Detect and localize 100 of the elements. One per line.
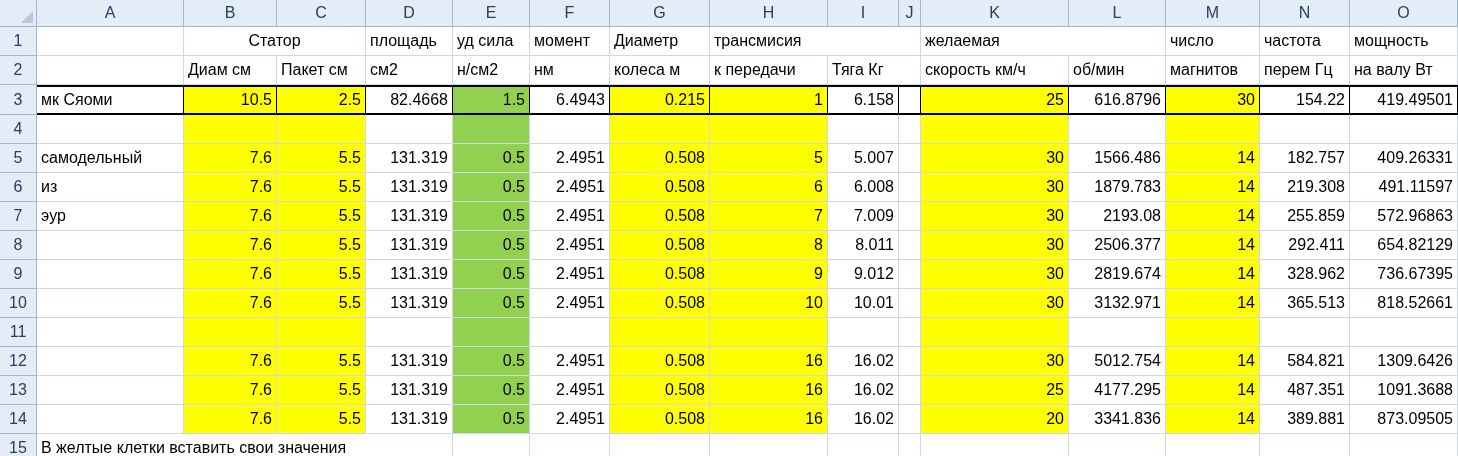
- table-cell: 7.6: [184, 144, 277, 173]
- row-header[interactable]: 1: [0, 27, 37, 56]
- column-header[interactable]: J: [899, 0, 921, 27]
- table-cell: 5.007: [828, 144, 899, 173]
- row-header[interactable]: 11: [0, 318, 37, 347]
- row-header[interactable]: 15: [0, 434, 37, 456]
- table-cell: 131.319: [366, 289, 453, 318]
- table-cell: 818.52661: [1350, 289, 1458, 318]
- table-cell: 14: [1166, 144, 1260, 173]
- corner-triangle-icon: [21, 11, 33, 23]
- row-header[interactable]: 3: [0, 85, 37, 115]
- table-cell: момент: [530, 27, 610, 56]
- table-cell: 4177.295: [1069, 376, 1166, 405]
- table-cell: 1091.3688: [1350, 376, 1458, 405]
- table-cell: 1.5: [453, 85, 530, 115]
- table-cell: 873.09505: [1350, 405, 1458, 434]
- table-cell: н/см2: [453, 56, 530, 85]
- row-header[interactable]: 14: [0, 405, 37, 434]
- table-cell: 1566.486: [1069, 144, 1166, 173]
- table-cell: частота: [1260, 27, 1350, 56]
- table-cell: Тяга Кг: [828, 56, 921, 85]
- table-cell: 7.6: [184, 173, 277, 202]
- row-header[interactable]: 9: [0, 260, 37, 289]
- table-cell: 14: [1166, 289, 1260, 318]
- table-cell: 0.215: [610, 85, 710, 115]
- table-cell: 0.508: [610, 289, 710, 318]
- table-cell: 2.4951: [530, 376, 610, 405]
- table-cell: 5012.754: [1069, 347, 1166, 376]
- table-cell: 0.5: [453, 173, 530, 202]
- row-header[interactable]: 4: [0, 115, 37, 144]
- column-header[interactable]: B: [184, 0, 277, 27]
- table-cell: 7: [710, 202, 828, 231]
- table-cell: 255.859: [1260, 202, 1350, 231]
- column-header[interactable]: E: [453, 0, 530, 27]
- table-cell: Диаметр: [610, 27, 710, 56]
- column-header[interactable]: M: [1166, 0, 1260, 27]
- row-header[interactable]: 12: [0, 347, 37, 376]
- table-cell: 131.319: [366, 260, 453, 289]
- table-cell: уд сила: [453, 27, 530, 56]
- column-header[interactable]: F: [530, 0, 610, 27]
- table-cell: 6: [710, 173, 828, 202]
- table-cell: 30: [921, 231, 1069, 260]
- table-cell: перем Гц: [1260, 56, 1350, 85]
- column-header[interactable]: G: [610, 0, 710, 27]
- table-cell: 6.158: [828, 85, 899, 115]
- table-cell: 10.5: [184, 85, 277, 115]
- row-header[interactable]: 2: [0, 56, 37, 85]
- column-header[interactable]: O: [1350, 0, 1458, 27]
- table-cell: 5.5: [277, 260, 366, 289]
- table-cell: 5.5: [277, 231, 366, 260]
- table-cell: 6.008: [828, 173, 899, 202]
- column-header[interactable]: D: [366, 0, 453, 27]
- table-cell: 30: [921, 260, 1069, 289]
- table-cell: 365.513: [1260, 289, 1350, 318]
- table-cell: 131.319: [366, 144, 453, 173]
- table-cell: площадь: [366, 27, 453, 56]
- table-cell: 419.49501: [1350, 85, 1458, 115]
- column-header[interactable]: I: [828, 0, 899, 27]
- table-cell: 30: [921, 202, 1069, 231]
- table-cell: 131.319: [366, 405, 453, 434]
- table-cell: 7.6: [184, 405, 277, 434]
- table-cell: 1879.783: [1069, 173, 1166, 202]
- table-cell: 0.508: [610, 376, 710, 405]
- row-header[interactable]: 5: [0, 144, 37, 173]
- table-cell: магнитов: [1166, 56, 1260, 85]
- row-header[interactable]: 6: [0, 173, 37, 202]
- table-cell: 30: [921, 289, 1069, 318]
- table-cell: 0.5: [453, 231, 530, 260]
- row-header[interactable]: 7: [0, 202, 37, 231]
- column-header[interactable]: A: [37, 0, 184, 27]
- table-cell: 7.6: [184, 376, 277, 405]
- column-header[interactable]: L: [1069, 0, 1166, 27]
- row-header[interactable]: 8: [0, 231, 37, 260]
- table-cell: к передачи: [710, 56, 828, 85]
- table-cell: 0.5: [453, 347, 530, 376]
- column-header[interactable]: C: [277, 0, 366, 27]
- table-cell: 6.4943: [530, 85, 610, 115]
- table-cell: число: [1166, 27, 1260, 56]
- table-cell: 5.5: [277, 405, 366, 434]
- table-cell: 0.5: [453, 202, 530, 231]
- table-cell: 0.508: [610, 405, 710, 434]
- table-cell: 2.4951: [530, 405, 610, 434]
- table-cell: 0.508: [610, 347, 710, 376]
- table-cell: 25: [921, 85, 1069, 115]
- column-header[interactable]: N: [1260, 0, 1350, 27]
- table-cell: 14: [1166, 173, 1260, 202]
- table-cell: об/мин: [1069, 56, 1166, 85]
- table-cell: желаемая: [921, 27, 1166, 56]
- table-cell: 0.508: [610, 202, 710, 231]
- row-header[interactable]: 13: [0, 376, 37, 405]
- table-cell: 30: [1166, 85, 1260, 115]
- row-header[interactable]: 10: [0, 289, 37, 318]
- select-all-corner[interactable]: [0, 0, 37, 27]
- table-cell: 5.5: [277, 173, 366, 202]
- table-cell: 2.4951: [530, 231, 610, 260]
- column-header[interactable]: K: [921, 0, 1069, 27]
- column-header[interactable]: H: [710, 0, 828, 27]
- table-cell: колеса м: [610, 56, 710, 85]
- table-cell: 14: [1166, 347, 1260, 376]
- table-cell: 1309.6426: [1350, 347, 1458, 376]
